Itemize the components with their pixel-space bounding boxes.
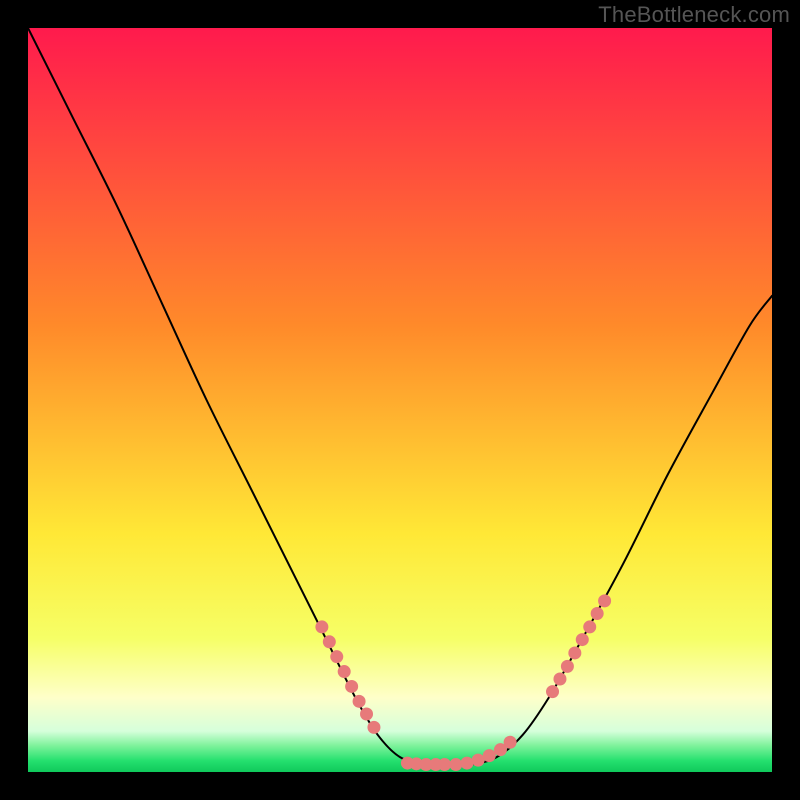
highlight-dot (583, 620, 596, 633)
highlight-dot (546, 685, 559, 698)
highlight-dot (345, 680, 358, 693)
highlight-dot (330, 650, 343, 663)
highlight-dot (561, 660, 574, 673)
highlight-dot (323, 635, 336, 648)
highlight-dot (472, 754, 485, 767)
highlight-dot (367, 721, 380, 734)
highlight-dot (553, 673, 566, 686)
watermark-text: TheBottleneck.com (598, 2, 790, 28)
highlight-dot (598, 594, 611, 607)
highlight-dot (483, 749, 496, 762)
highlight-dot (449, 758, 462, 771)
highlight-dot (576, 633, 589, 646)
chart-frame: TheBottleneck.com (0, 0, 800, 800)
highlight-dot (338, 665, 351, 678)
chart-svg (28, 28, 772, 772)
highlight-dot (360, 707, 373, 720)
gradient-background (28, 28, 772, 772)
highlight-dot (353, 695, 366, 708)
highlight-dot (460, 757, 473, 770)
highlight-dot (591, 607, 604, 620)
highlight-dot (504, 736, 517, 749)
highlight-dot (315, 620, 328, 633)
highlight-dot (438, 758, 451, 771)
highlight-dot (568, 646, 581, 659)
chart-canvas (28, 28, 772, 772)
